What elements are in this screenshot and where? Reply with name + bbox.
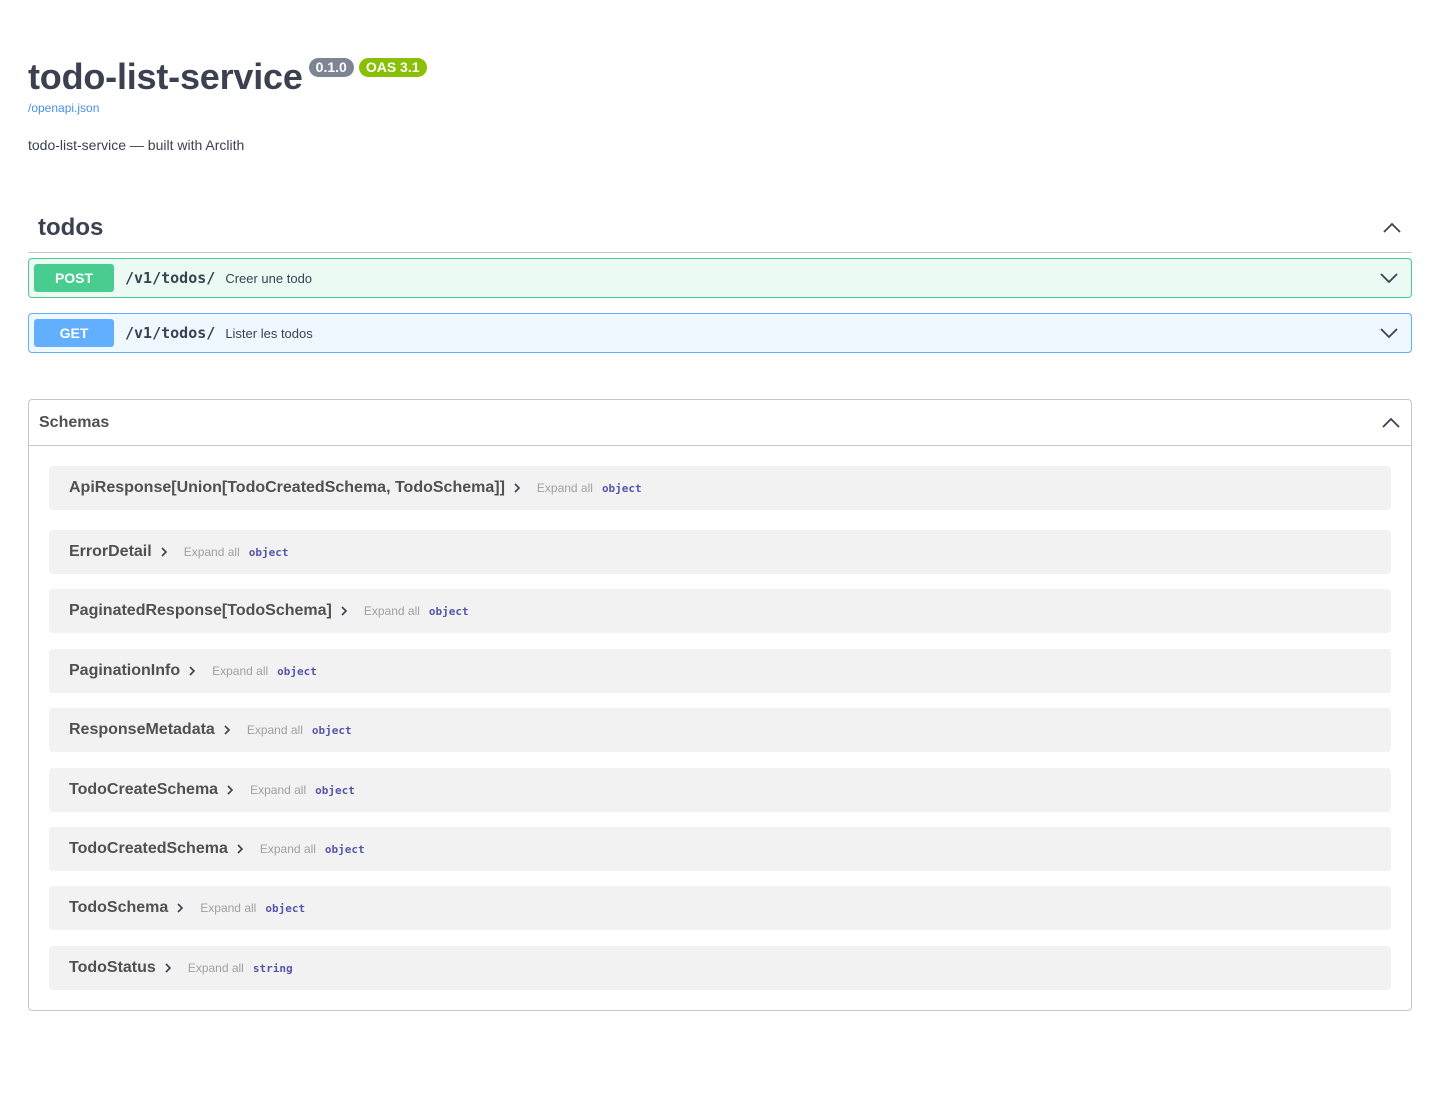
swagger-page: todo-list-service 0.1.0 OAS 3.1 /openapi… [0, 0, 1440, 1100]
expand-all-link[interactable]: Expand all [260, 842, 316, 856]
chevron-right-icon[interactable] [186, 665, 198, 677]
openapi-json-link[interactable]: /openapi.json [28, 100, 1412, 116]
schema-name: PaginatedResponse[TodoSchema] [69, 602, 332, 619]
method-badge-post: POST [34, 264, 114, 292]
opblock-get-todos[interactable]: GET /v1/todos/ Lister les todos [28, 313, 1412, 353]
title-row: todo-list-service 0.1.0 OAS 3.1 [28, 52, 1412, 102]
schemas-title: Schemas [39, 413, 110, 431]
expand-all-link[interactable]: Expand all [364, 604, 420, 618]
operation-path: /v1/todos/ [125, 324, 216, 342]
expand-all-link[interactable]: Expand all [250, 783, 306, 797]
schema-row-pagination-info[interactable]: PaginationInfo Expand all object [49, 649, 1391, 693]
expand-all-link[interactable]: Expand all [200, 901, 256, 915]
expand-all-link[interactable]: Expand all [188, 961, 244, 975]
schemas-header[interactable]: Schemas [29, 400, 1411, 446]
api-description: todo-list-service — built with Arclith [28, 137, 245, 153]
expand-all-link[interactable]: Expand all [212, 664, 268, 678]
chevron-right-icon[interactable] [221, 724, 233, 736]
schema-name: TodoStatus [69, 959, 156, 976]
schema-name: ApiResponse[Union[TodoCreatedSchema, Tod… [69, 479, 505, 496]
schema-row-todo-created[interactable]: TodoCreatedSchema Expand all object [49, 827, 1391, 871]
schema-type: object [324, 842, 365, 856]
tag-section-todos: todos POST /v1/todos/ Creer une todo GET… [28, 203, 1412, 353]
schema-row-response-metadata[interactable]: ResponseMetadata Expand all object [49, 708, 1391, 752]
schema-name: ResponseMetadata [69, 721, 215, 738]
chevron-right-icon[interactable] [234, 843, 246, 855]
method-badge-get: GET [34, 319, 114, 347]
schemas-section: Schemas ApiResponse[Union[TodoCreatedSch… [28, 399, 1412, 1011]
schema-type: object [311, 723, 352, 737]
chevron-right-icon[interactable] [224, 784, 236, 796]
schema-type: string [252, 961, 293, 975]
tag-name: todos [38, 213, 104, 241]
api-info: todo-list-service 0.1.0 OAS 3.1 /openapi… [28, 52, 1412, 154]
schema-name: TodoCreatedSchema [69, 840, 228, 857]
expand-all-link[interactable]: Expand all [247, 723, 303, 737]
api-title: todo-list-service [28, 56, 303, 97]
schema-type: object [248, 545, 289, 559]
schema-type: object [265, 901, 306, 915]
operation-summary: Lister les todos [225, 325, 313, 341]
schema-row-todo-status[interactable]: TodoStatus Expand all string [49, 946, 1391, 990]
schema-row-todo-schema[interactable]: TodoSchema Expand all object [49, 886, 1391, 930]
schema-name: PaginationInfo [69, 662, 181, 679]
chevron-right-icon[interactable] [158, 546, 170, 558]
opblock-post-todos[interactable]: POST /v1/todos/ Creer une todo [28, 258, 1412, 298]
tag-header-todos[interactable]: todos [28, 203, 1412, 253]
schema-name: TodoSchema [69, 899, 169, 916]
chevron-down-icon[interactable] [1379, 323, 1399, 343]
operation-summary: Creer une todo [225, 270, 313, 286]
schema-row-paginated-response[interactable]: PaginatedResponse[TodoSchema] Expand all… [49, 589, 1391, 633]
schema-name: TodoCreateSchema [69, 781, 219, 798]
schema-name: ErrorDetail [69, 543, 152, 560]
chevron-right-icon[interactable] [511, 482, 523, 494]
version-badge: 0.1.0 [308, 58, 354, 77]
oas-badge: OAS 3.1 [358, 58, 427, 77]
chevron-down-icon[interactable] [1379, 268, 1399, 288]
schema-type: object [277, 664, 317, 678]
chevron-right-icon[interactable] [174, 902, 186, 914]
schema-type: object [601, 481, 642, 495]
chevron-up-icon[interactable] [1381, 413, 1401, 433]
schema-row-todo-create[interactable]: TodoCreateSchema Expand all object [49, 768, 1391, 812]
chevron-up-icon[interactable] [1382, 218, 1402, 238]
expand-all-link[interactable]: Expand all [537, 481, 593, 495]
expand-all-link[interactable]: Expand all [184, 545, 240, 559]
schema-row-api-response[interactable]: ApiResponse[Union[TodoCreatedSchema, Tod… [49, 466, 1391, 510]
operation-path: /v1/todos/ [125, 269, 216, 287]
schema-row-error-detail[interactable]: ErrorDetail Expand all object [49, 530, 1391, 574]
schema-type: object [315, 783, 355, 797]
chevron-right-icon[interactable] [162, 962, 174, 974]
schema-type: object [428, 604, 469, 618]
chevron-right-icon[interactable] [338, 605, 350, 617]
